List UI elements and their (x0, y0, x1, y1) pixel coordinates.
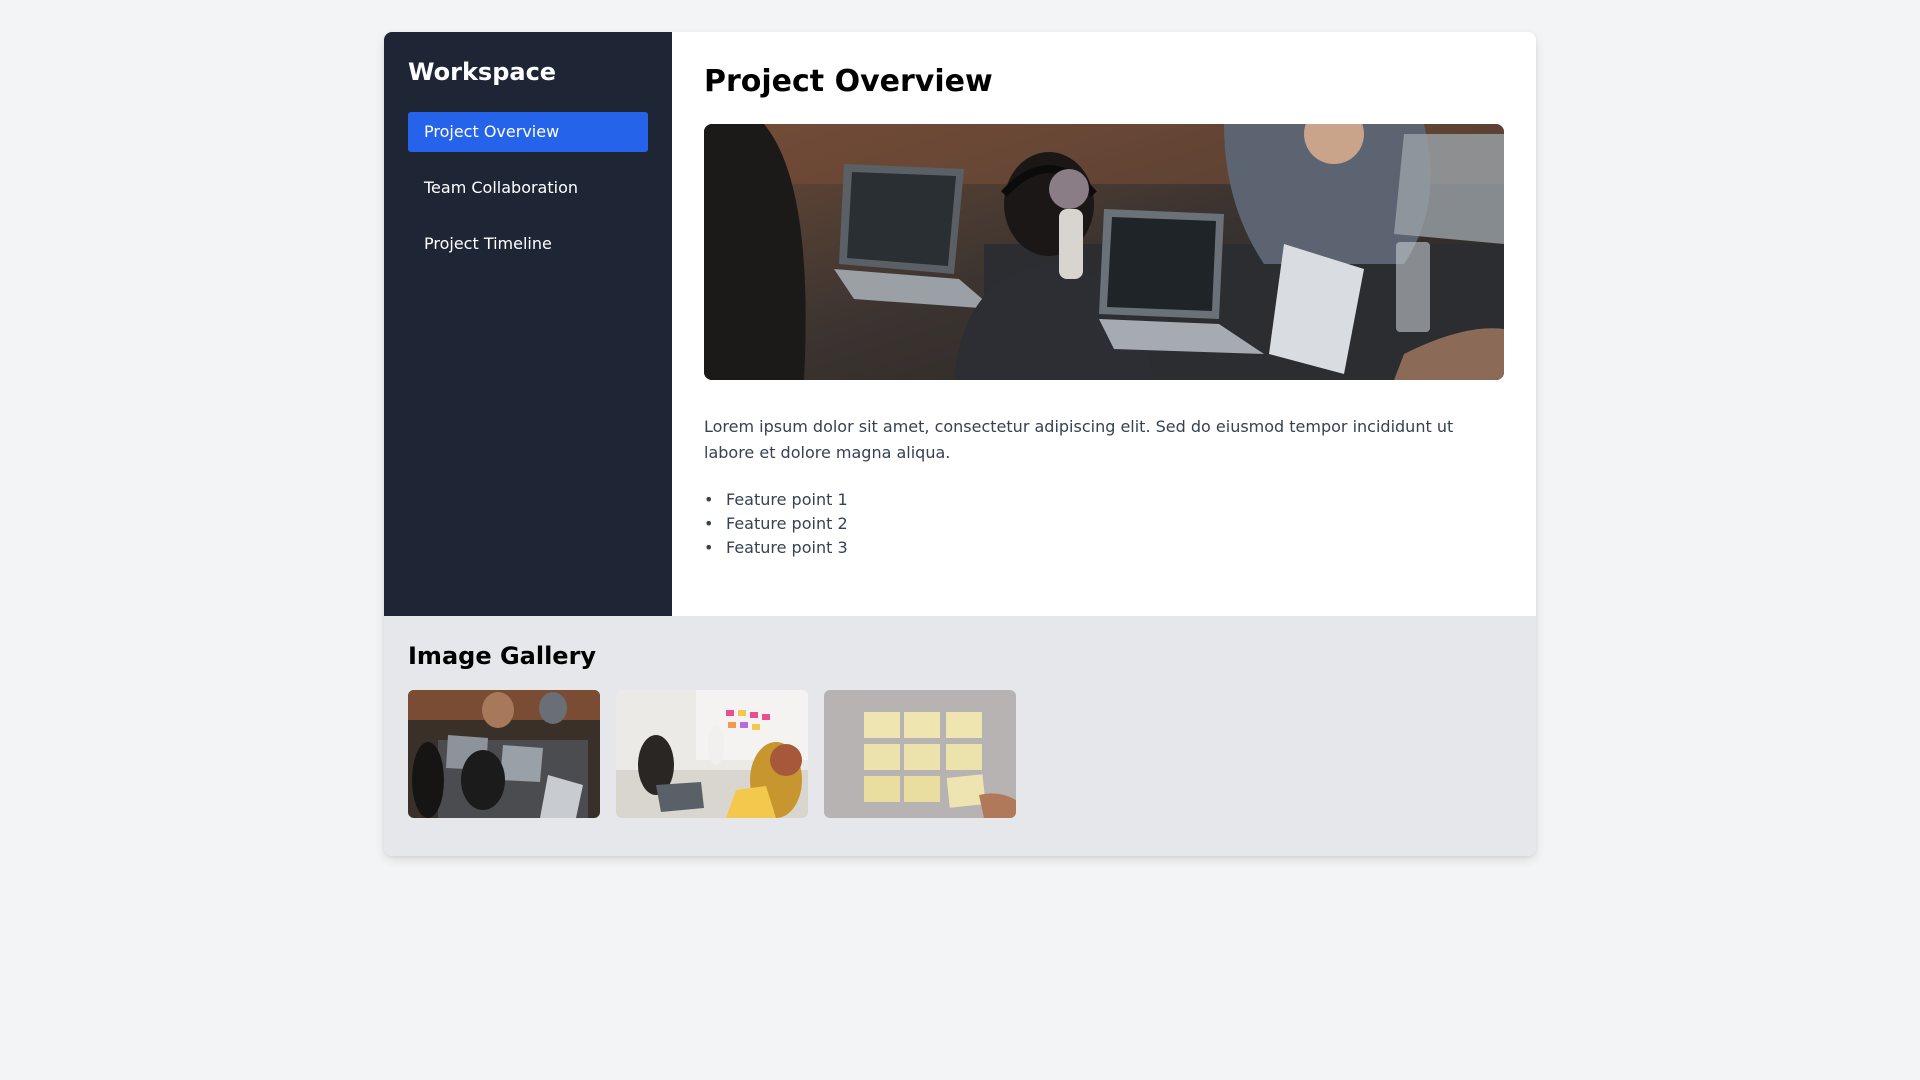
top-section: Workspace Project Overview Team Collabor… (384, 32, 1536, 616)
gallery-thumbnail-meeting-room[interactable] (616, 690, 808, 818)
sidebar-item-project-timeline[interactable]: Project Timeline (408, 224, 648, 264)
gallery-thumbnail-sticky-notes[interactable] (824, 690, 1016, 818)
feature-item: Feature point 2 (704, 512, 1504, 536)
gallery-thumbnails (408, 690, 1512, 818)
app-window: Workspace Project Overview Team Collabor… (384, 32, 1536, 856)
gallery-thumbnail-team-laptops[interactable] (408, 690, 600, 818)
gallery-title: Image Gallery (408, 642, 597, 670)
sidebar-item-project-overview[interactable]: Project Overview (408, 112, 648, 152)
project-description: Lorem ipsum dolor sit amet, consectetur … (704, 417, 1454, 462)
feature-item: Feature point 1 (704, 488, 1504, 512)
image-gallery: Image Gallery (384, 616, 1536, 856)
sidebar-item-team-collaboration[interactable]: Team Collaboration (408, 168, 648, 208)
page-title: Project Overview (704, 64, 993, 99)
sidebar-title: Workspace (408, 58, 557, 86)
feature-item: Feature point 3 (704, 536, 1504, 560)
hero-image (704, 124, 1504, 380)
feature-list: Feature point 1 Feature point 2 Feature … (704, 488, 1504, 560)
main-content: Project Overview Lorem ipsum dolor sit a… (672, 32, 1536, 616)
sidebar: Workspace Project Overview Team Collabor… (384, 32, 672, 616)
